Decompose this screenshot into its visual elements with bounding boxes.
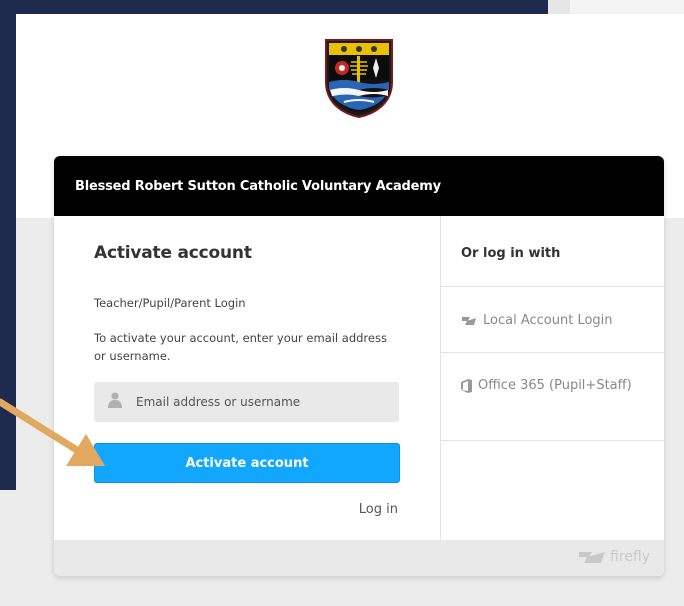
firefly-logo-icon [579, 552, 606, 563]
form-title: Activate account [94, 243, 252, 263]
firefly-brand-text: firefly [610, 549, 650, 565]
firefly-icon [462, 316, 476, 325]
email-field-container [94, 382, 399, 422]
office-icon [461, 378, 472, 393]
divider [441, 286, 664, 287]
alternative-login-panel: Or log in with Local Account Login Offic… [440, 216, 664, 540]
activate-account-button[interactable]: Activate account [94, 443, 400, 483]
login-card: Blessed Robert Sutton Catholic Voluntary… [54, 156, 664, 576]
divider [441, 440, 664, 441]
log-in-link[interactable]: Log in [359, 502, 398, 517]
local-account-login-label: Local Account Login [483, 313, 613, 328]
alt-login-heading: Or log in with [461, 246, 561, 261]
instructions-text: To activate your account, enter your ema… [94, 331, 387, 363]
divider [441, 352, 664, 353]
school-crest-logo [325, 39, 393, 118]
card-footer: firefly [54, 540, 664, 576]
login-type-label: Teacher/Pupil/Parent Login [94, 296, 246, 310]
school-name-header: Blessed Robert Sutton Catholic Voluntary… [54, 156, 664, 216]
activate-form: Activate account Teacher/Pupil/Parent Lo… [54, 216, 440, 540]
local-account-login-button[interactable]: Local Account Login [461, 311, 613, 331]
office-365-login-label: Office 365 (Pupil+Staff) [478, 378, 632, 393]
office-365-login-button[interactable]: Office 365 (Pupil+Staff) [461, 376, 641, 396]
email-or-username-input[interactable] [134, 394, 388, 410]
pointer-arrow-annotation [0, 398, 105, 466]
firefly-branding: firefly [578, 549, 650, 565]
card-body: Activate account Teacher/Pupil/Parent Lo… [54, 216, 664, 540]
